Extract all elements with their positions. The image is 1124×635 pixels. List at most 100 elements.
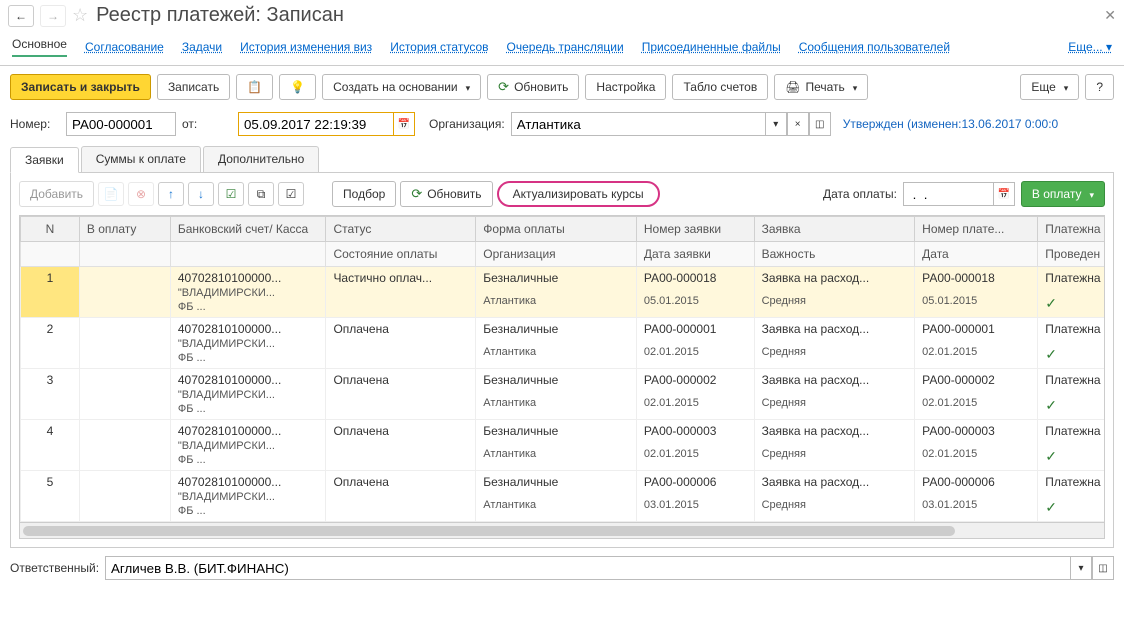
responsible-input[interactable] [105,556,1070,580]
nav-approval[interactable]: Согласование [85,40,164,54]
refresh-button[interactable]: Обновить [487,74,579,100]
select-button[interactable]: Подбор [332,181,396,207]
org-dropdown-button[interactable]: ▾ [765,112,787,136]
cell-topay [79,369,170,420]
update-rates-button[interactable]: Актуализировать курсы [497,181,660,207]
table-row[interactable]: 240702810100000..."ВЛАДИМИРСКИ...ФБ ...О… [21,318,1106,369]
cell-reqnum: РА00-00001805.01.2015 [636,267,754,318]
date-input[interactable] [238,112,393,136]
header-n[interactable]: N [21,217,80,242]
cell-bank: 40702810100000..."ВЛАДИМИРСКИ...ФБ ... [170,318,326,369]
cell-app: Заявка на расход...Средняя [754,267,915,318]
table-row[interactable]: 340702810100000..."ВЛАДИМИРСКИ...ФБ ...О… [21,369,1106,420]
copy-button[interactable]: 📄 [98,182,124,206]
cell-form: БезналичныеАтлантика [476,471,637,522]
post-icon-button[interactable]: 📋 [236,74,273,100]
cell-reqnum: РА00-00000302.01.2015 [636,420,754,471]
subheader-date[interactable]: Дата [915,242,1038,267]
number-input[interactable] [66,112,176,136]
nav-more[interactable]: Еще... ▾ [1068,40,1112,54]
header-topay[interactable]: В оплату [79,217,170,242]
cell-paynum: РА00-00000603.01.2015 [915,471,1038,522]
cell-status: Оплачена [326,471,476,522]
cell-reqnum: РА00-00000102.01.2015 [636,318,754,369]
tab-amounts[interactable]: Суммы к оплате [81,146,201,172]
cell-bank: 40702810100000..."ВЛАДИМИРСКИ...ФБ ... [170,369,326,420]
cell-bank: 40702810100000..."ВЛАДИМИРСКИ...ФБ ... [170,420,326,471]
add-button[interactable]: Добавить [19,181,94,207]
panel-refresh-button[interactable]: Обновить [400,181,492,207]
cell-paynum: РА00-00000202.01.2015 [915,369,1038,420]
subheader-reqdate[interactable]: Дата заявки [636,242,754,267]
help-button[interactable]: ? [1085,74,1114,100]
responsible-dropdown-button[interactable]: ▾ [1070,556,1092,580]
move-up-button[interactable]: ↑ [158,182,184,206]
settings-rows-button[interactable]: ☑ [278,182,304,206]
copy-rows-button[interactable]: ⧉ [248,182,274,206]
org-clear-button[interactable]: × [787,112,809,136]
responsible-open-button[interactable]: ◫ [1092,556,1114,580]
close-button[interactable]: ✕ [1104,7,1116,24]
header-paynum[interactable]: Номер плате... [915,217,1038,242]
main-toolbar: Записать и закрыть Записать 📋 💡 Создать … [0,66,1124,108]
calendar-icon [398,119,410,130]
cell-app: Заявка на расход...Средняя [754,369,915,420]
header-pl[interactable]: Платежна [1038,217,1105,242]
number-label: Номер: [10,117,60,131]
table-row[interactable]: 140702810100000..."ВЛАДИМИРСКИ...ФБ ...Ч… [21,267,1106,318]
nav-link-bar: Основное Согласование Задачи История изм… [0,31,1124,66]
print-button[interactable]: Печать [774,74,868,100]
hint-icon-button[interactable]: 💡 [279,74,316,100]
cell-pl: Платежна✓ [1038,318,1105,369]
nav-main[interactable]: Основное [12,37,67,57]
nav-status-history[interactable]: История статусов [390,40,488,54]
move-down-button[interactable]: ↓ [188,182,214,206]
org-label: Организация: [429,117,505,131]
chart-button[interactable]: Табло счетов [672,74,768,100]
favorite-icon[interactable]: ☆ [72,5,88,26]
delete-button[interactable]: ⊗ [128,182,154,206]
cell-topay [79,267,170,318]
subheader-org[interactable]: Организация [476,242,637,267]
nav-queue[interactable]: Очередь трансляции [507,40,624,54]
header-reqnum[interactable]: Номер заявки [636,217,754,242]
tab-requests[interactable]: Заявки [10,147,79,173]
cell-bank: 40702810100000..."ВЛАДИМИРСКИ...ФБ ... [170,471,326,522]
cell-pl: Платежна✓ [1038,369,1105,420]
nav-visa-history[interactable]: История изменения виз [240,40,372,54]
create-based-button[interactable]: Создать на основании [322,74,481,100]
approval-status: Утвержден (изменен:13.06.2017 0:00:0 [843,117,1059,131]
subheader-posted[interactable]: Проведен [1038,242,1105,267]
save-button[interactable]: Записать [157,74,230,100]
header-app[interactable]: Заявка [754,217,915,242]
header-form[interactable]: Форма оплаты [476,217,637,242]
cell-status: Частично оплач... [326,267,476,318]
tab-additional[interactable]: Дополнительно [203,146,319,172]
org-input[interactable] [511,112,765,136]
header-status[interactable]: Статус [326,217,476,242]
nav-attachments[interactable]: Присоединенные файлы [642,40,781,54]
cell-topay [79,471,170,522]
calendar-icon [998,189,1010,200]
nav-tasks[interactable]: Задачи [182,40,222,54]
horizontal-scrollbar[interactable] [20,522,1104,538]
pay-date-input[interactable] [903,182,993,206]
date-picker-button[interactable] [393,112,415,136]
to-pay-button[interactable]: В оплату [1021,181,1105,207]
table-row[interactable]: 540702810100000..."ВЛАДИМИРСКИ...ФБ ...О… [21,471,1106,522]
subheader-importance[interactable]: Важность [754,242,915,267]
pay-date-picker-button[interactable] [993,182,1015,206]
subheader-paystate[interactable]: Состояние оплаты [326,242,476,267]
settings-button[interactable]: Настройка [585,74,666,100]
save-close-button[interactable]: Записать и закрыть [10,74,151,100]
org-open-button[interactable]: ◫ [809,112,831,136]
table-row[interactable]: 440702810100000..."ВЛАДИМИРСКИ...ФБ ...О… [21,420,1106,471]
back-button[interactable]: ← [8,5,34,27]
cell-app: Заявка на расход...Средняя [754,471,915,522]
more-button[interactable]: Еще [1020,74,1079,100]
nav-messages[interactable]: Сообщения пользователей [799,40,950,54]
forward-button[interactable]: → [40,5,66,27]
refresh-icon [498,79,509,95]
check-all-button[interactable]: ☑ [218,182,244,206]
header-bank[interactable]: Банковский счет/ Касса [170,217,326,242]
